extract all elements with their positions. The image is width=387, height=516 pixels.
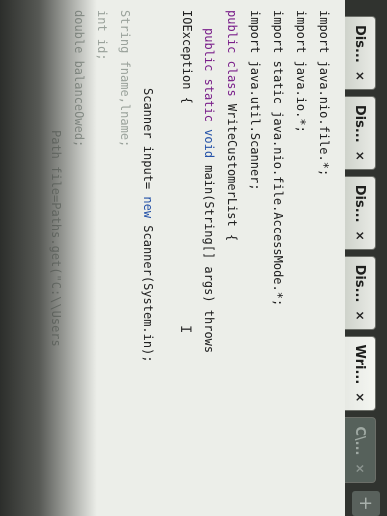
tab-label: Dis... (352, 104, 368, 143)
code-text: Scanner input= (141, 88, 155, 197)
code-line-2: import java.io.*; (294, 10, 308, 133)
tab-label: C\... (352, 426, 368, 456)
code-line-5: public class WriteCustomerList { (225, 10, 239, 241)
close-icon[interactable]: × (353, 151, 367, 161)
code-line-4: import java.util.Scanner; (248, 10, 262, 191)
tab-dis-3[interactable]: Dis... × (345, 175, 376, 250)
tab-dis-1[interactable]: Dis... × (345, 16, 376, 90)
tab-dis-2[interactable]: Dis... × (345, 95, 376, 170)
code-line-10: int id; (95, 10, 109, 61)
code-line-11: double balanceOwed; (72, 10, 86, 148)
code-line-9: String fname,lname; (118, 10, 132, 148)
code-text: Scanner(System.in); (141, 218, 155, 363)
code-text: main(String[] args) throws (202, 158, 216, 354)
close-icon[interactable]: × (353, 71, 367, 81)
keyword: public class (225, 10, 239, 97)
close-icon[interactable]: × (353, 310, 367, 320)
code-line-8: Scanner input= new Scanner(System.in); (141, 88, 155, 363)
code-line-3: import static java.nio.file.AccessMode.*… (271, 10, 285, 307)
tab-label: Dis... (352, 184, 368, 223)
text-cursor-icon: I (177, 325, 193, 334)
tab-label: Wri... (352, 344, 368, 385)
tab-label: Dis... (352, 25, 368, 63)
tab-dis-4[interactable]: Dis... × (345, 255, 376, 330)
new-tab-button[interactable]: + (352, 490, 380, 516)
tab-c-path[interactable]: C\... × (345, 417, 376, 483)
type-keyword: void (202, 121, 216, 159)
code-text: WriteCustomerList { (225, 96, 239, 242)
keyword: public static (202, 28, 216, 122)
tab-label: Dis... (352, 264, 368, 303)
rotated-editor-window: Dis... × Dis... × Dis... × Dis... × Wri.… (0, 0, 387, 516)
code-editor[interactable]: import java.nio.file.*; import java.io.*… (0, 0, 345, 516)
close-icon[interactable]: × (353, 392, 367, 402)
tab-bar: Dis... × Dis... × Dis... × Dis... × Wri.… (345, 0, 387, 516)
code-line-6: public static void main(String[] args) t… (202, 28, 216, 353)
keyword: new (141, 196, 155, 219)
screen: Dis... × Dis... × Dis... × Dis... × Wri.… (0, 0, 387, 516)
code-line-12: Path file=Paths.get("C:\\Users (49, 130, 63, 347)
close-icon[interactable]: × (353, 463, 367, 473)
code-line-7: IOException { (180, 10, 194, 104)
tab-write-active[interactable]: Wri... × (345, 335, 376, 412)
code-line-1: import java.nio.file.*; (317, 10, 331, 177)
close-icon[interactable]: × (353, 231, 367, 241)
